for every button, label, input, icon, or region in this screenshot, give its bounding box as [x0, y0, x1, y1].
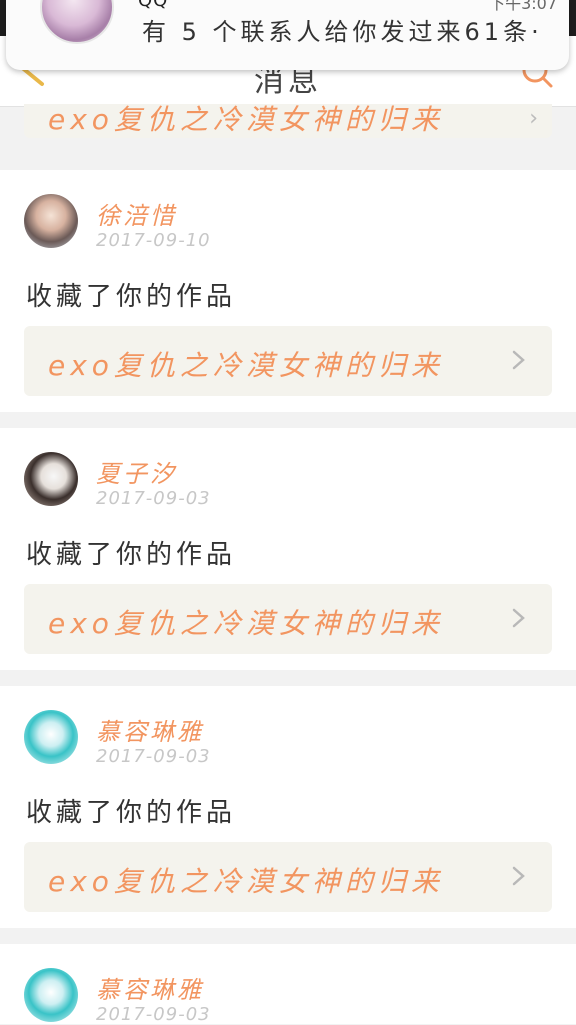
user-name[interactable]: 慕容琳雅 [96, 712, 204, 747]
action-text: 收藏了你的作品 [26, 282, 237, 312]
notification-avatar [40, 0, 114, 44]
work-link[interactable]: exo复仇之冷漠女神的归来 [24, 584, 552, 654]
chevron-right-icon [512, 350, 525, 370]
message-card: 慕容琳雅 2017-09-03 [0, 944, 576, 1025]
avatar[interactable] [24, 194, 78, 248]
message-date: 2017-09-03 [96, 1004, 211, 1025]
user-name[interactable]: 夏子汐 [96, 454, 177, 489]
message-date: 2017-09-03 [96, 488, 211, 509]
notification-banner[interactable]: QQ 下午3:07 有 5 个联系人给你发过来61条·· [6, 0, 569, 70]
message-date: 2017-09-03 [96, 746, 211, 767]
avatar[interactable] [24, 710, 78, 764]
chevron-right-icon: › [529, 106, 538, 131]
chevron-right-icon [512, 608, 525, 628]
work-title: exo复仇之冷漠女神的归来 [48, 349, 444, 382]
message-card: 夏子汐 2017-09-03 收藏了你的作品 exo复仇之冷漠女神的归来 [0, 428, 576, 670]
previous-work-title: exo复仇之冷漠女神的归来 [48, 103, 444, 136]
user-name[interactable]: 慕容琳雅 [96, 970, 204, 1005]
user-name[interactable]: 徐涪惜 [96, 196, 177, 231]
work-link[interactable]: exo复仇之冷漠女神的归来 [24, 326, 552, 396]
action-text: 收藏了你的作品 [26, 540, 237, 570]
chevron-right-icon [512, 866, 525, 886]
notification-text: 有 5 个联系人给你发过来61条·· [142, 18, 542, 46]
avatar[interactable] [24, 968, 78, 1022]
work-link[interactable]: exo复仇之冷漠女神的归来 [24, 842, 552, 912]
work-title: exo复仇之冷漠女神的归来 [48, 607, 444, 640]
previous-work-link[interactable]: exo复仇之冷漠女神的归来 › [24, 103, 552, 138]
avatar[interactable] [24, 452, 78, 506]
message-card: 慕容琳雅 2017-09-03 收藏了你的作品 exo复仇之冷漠女神的归来 [0, 686, 576, 928]
message-date: 2017-09-10 [96, 230, 211, 251]
message-card: 徐涪惜 2017-09-10 收藏了你的作品 exo复仇之冷漠女神的归来 [0, 170, 576, 412]
notification-app-name: QQ [138, 0, 169, 11]
action-text: 收藏了你的作品 [26, 798, 237, 828]
work-title: exo复仇之冷漠女神的归来 [48, 865, 444, 898]
